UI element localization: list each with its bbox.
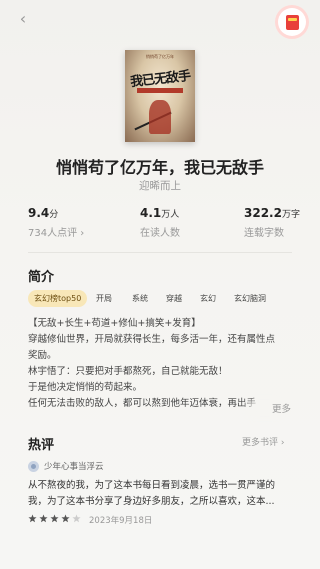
description-line: 于是他决定悄悄的苟起来。	[28, 382, 143, 393]
review-date: 2023年9月18日	[89, 516, 153, 526]
description-line: 林宇悟了：只要把对手都熬死，自己就能无敌！	[28, 366, 228, 377]
words-label: 连载字数	[244, 228, 284, 239]
review-user: 少年心事当浮云	[28, 460, 292, 472]
rating-unit: 分	[49, 210, 59, 220]
cover-title-text: 我已无敌手	[129, 68, 191, 91]
star-icon	[50, 514, 59, 523]
red-packet-button[interactable]	[278, 8, 306, 36]
avatar[interactable]	[28, 460, 39, 472]
cover-figure	[149, 100, 171, 134]
readers-label: 在读人数	[140, 228, 180, 239]
book-cover[interactable]: 悄悄苟了亿万年 我已无敌手	[125, 50, 195, 142]
book-title: 悄悄苟了亿万年，我已无敌手	[55, 158, 264, 177]
review-meta: 2023年9月18日	[28, 514, 292, 526]
description-line: 任何无法击败的敌人，都可以熬到他年迈体衰，再出手	[28, 398, 257, 409]
review-item[interactable]: 少年心事当浮云 从不熬夜的我，为了这本书每日看到凌晨，选书一贯严谨的 我，为了这…	[28, 460, 292, 526]
book-description[interactable]: 【无敌+长生+苟道+修仙+搞笑+发育】 穿越修仙世界，开局就获得长生，每多活一年…	[28, 316, 296, 412]
tag-item[interactable]: 玄幻	[194, 290, 222, 307]
tag-list: 玄幻榜top50 开局 系统 穿越 玄幻 玄幻脑洞	[28, 290, 308, 308]
stat-rating[interactable]: 9.4分 734人点评 ›	[28, 206, 128, 239]
reviews-heading: 热评	[28, 438, 55, 453]
rating-value: 9.4	[28, 206, 50, 220]
star-icon	[39, 514, 48, 523]
more-reviews-link[interactable]: 更多书评 ›	[242, 435, 284, 448]
red-packet-icon	[285, 14, 299, 30]
review-text: 从不熬夜的我，为了这本书每日看到凌晨，选书一贯严谨的 我，为了这本书分享了身边好…	[28, 478, 292, 510]
review-rating	[28, 514, 83, 526]
book-author[interactable]: 迎晞而上	[0, 178, 320, 193]
intro-heading: 简介	[28, 270, 55, 285]
description-line: 穿越修仙世界，开局就获得长生，每多活一年，还有属性点	[28, 334, 276, 345]
rating-count-label: 734人点评 ›	[28, 228, 85, 239]
stat-readers: 4.1万人 在读人数	[140, 206, 240, 239]
words-value: 322.2	[244, 206, 282, 220]
stat-words: 322.2万字 连载字数	[244, 206, 320, 239]
readers-unit: 万人	[161, 210, 180, 220]
star-icon	[72, 514, 81, 523]
star-icon	[28, 514, 37, 523]
tag-item[interactable]: 开局	[90, 290, 118, 307]
tag-item[interactable]: 穿越	[160, 290, 188, 307]
cover-top-text: 悄悄苟了亿万年	[146, 54, 174, 59]
tag-item[interactable]: 玄幻脑洞	[228, 290, 272, 307]
top-bar: ‹	[0, 0, 320, 40]
divider	[28, 252, 292, 253]
cover-ribbon	[137, 88, 183, 93]
tag-item[interactable]: 系统	[126, 290, 154, 307]
chevron-left-icon[interactable]: ‹	[12, 8, 34, 30]
description-line: 奖励。	[28, 350, 57, 361]
review-username[interactable]: 少年心事当浮云	[44, 460, 104, 472]
more-description-link[interactable]: 更多	[258, 401, 292, 415]
stats-row: 9.4分 734人点评 › 4.1万人 在读人数 322.2万字 连载字数	[0, 206, 320, 242]
words-unit: 万字	[281, 210, 300, 220]
tag-item[interactable]: 玄幻榜top50	[28, 290, 88, 307]
review-line: 从不熬夜的我，为了这本书每日看到凌晨，选书一贯严谨的	[28, 480, 276, 491]
star-icon	[61, 514, 70, 523]
readers-value: 4.1	[140, 206, 162, 220]
review-line: 我，为了这本书分享了身边好多朋友，之所以喜欢，这本...	[28, 496, 275, 507]
description-line: 【无敌+长生+苟道+修仙+搞笑+发育】	[28, 318, 201, 329]
